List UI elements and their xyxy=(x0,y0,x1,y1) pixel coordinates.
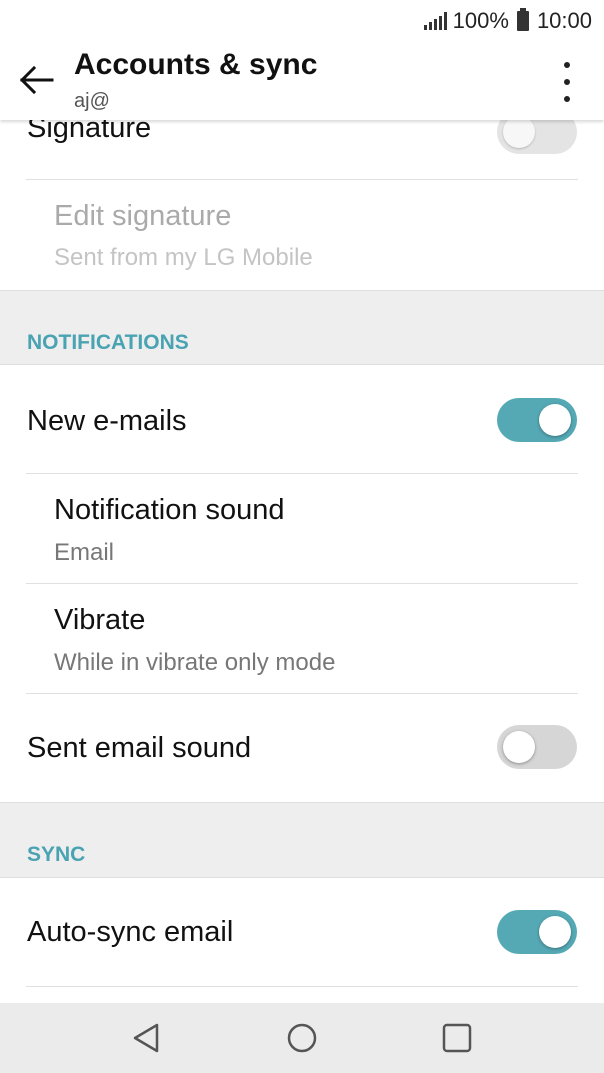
nav-recents-icon[interactable] xyxy=(437,1018,477,1058)
status-bar: 100% 10:00 xyxy=(0,0,604,42)
screen: 100% 10:00 Signature Edit signature Sent… xyxy=(0,0,604,1073)
vibrate-label: Vibrate xyxy=(54,604,146,636)
notifications-section-header: NOTIFICATIONS xyxy=(0,290,604,365)
battery-icon xyxy=(516,8,529,31)
vibrate-row[interactable]: Vibrate While in vibrate only mode xyxy=(0,584,604,693)
notification-sound-label: Notification sound xyxy=(54,494,285,526)
sent-email-sound-toggle[interactable] xyxy=(497,725,577,769)
clock: 10:00 xyxy=(536,8,592,33)
divider xyxy=(0,802,604,803)
notification-sound-value: Email xyxy=(54,539,115,566)
account-subtitle: aj@ xyxy=(74,90,110,112)
signal-icon xyxy=(423,12,447,30)
new-emails-row[interactable]: New e-mails xyxy=(0,365,604,473)
sync-section-header: SYNC xyxy=(0,802,604,877)
vibrate-value: While in vibrate only mode xyxy=(54,649,336,676)
overflow-menu-icon[interactable] xyxy=(552,62,582,102)
auto-sync-email-row[interactable]: Auto-sync email xyxy=(0,878,604,986)
divider xyxy=(26,986,578,987)
edit-signature-value: Sent from my LG Mobile xyxy=(54,244,313,271)
app-bar: Accounts & sync aj@ xyxy=(0,42,604,120)
navigation-bar xyxy=(0,1003,604,1073)
sent-email-sound-row[interactable]: Sent email sound xyxy=(0,694,604,802)
new-emails-toggle[interactable] xyxy=(497,398,577,442)
edit-signature-row[interactable]: Edit signature Sent from my LG Mobile xyxy=(0,180,604,290)
auto-sync-email-label: Auto-sync email xyxy=(27,916,234,948)
nav-back-icon[interactable] xyxy=(127,1018,167,1058)
battery-percent: 100% xyxy=(452,8,509,33)
auto-sync-email-toggle[interactable] xyxy=(497,910,577,954)
divider xyxy=(0,290,604,291)
page-title: Accounts & sync xyxy=(74,48,318,81)
sent-email-sound-label: Sent email sound xyxy=(27,732,252,764)
notification-sound-row[interactable]: Notification sound Email xyxy=(0,474,604,583)
edit-signature-label: Edit signature xyxy=(54,200,232,232)
new-emails-label: New e-mails xyxy=(27,405,187,437)
sync-section-title: SYNC xyxy=(27,843,86,866)
back-arrow-icon[interactable] xyxy=(18,62,58,98)
nav-home-icon[interactable] xyxy=(282,1018,322,1058)
notifications-section-title: NOTIFICATIONS xyxy=(27,331,189,354)
